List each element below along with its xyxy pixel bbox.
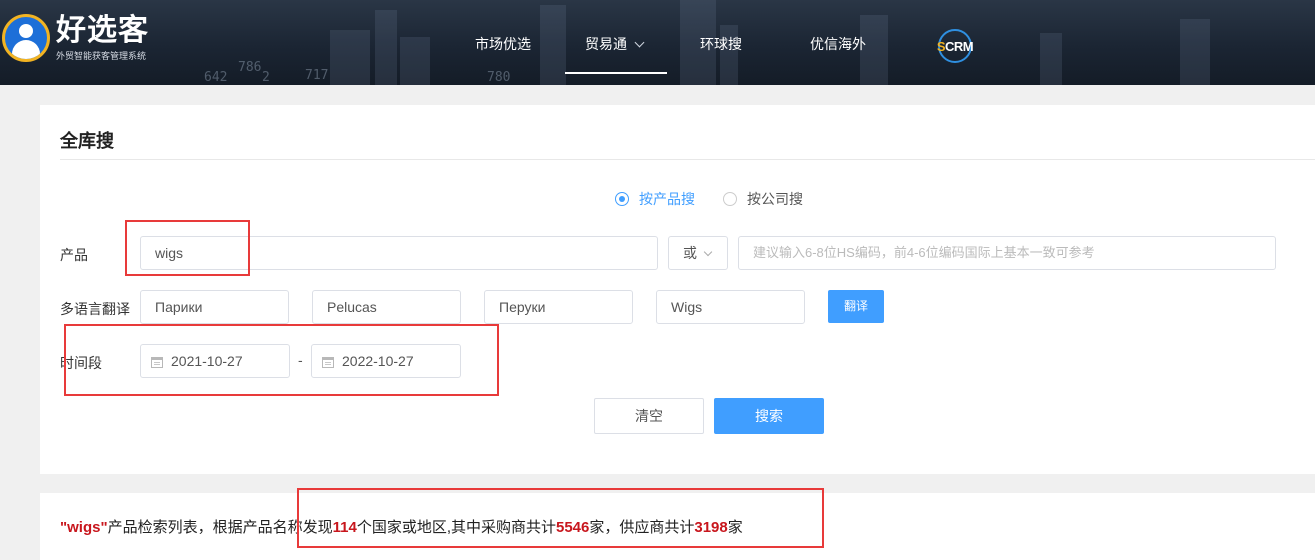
brand-tagline: 外贸智能获客管理系统 [56, 51, 147, 61]
result-summary-text: "wigs"产品检索列表，根据产品名称发现114个国家或地区,其中采购商共计55… [60, 519, 743, 536]
nav-item-trade[interactable]: 贸易通 [585, 34, 645, 54]
start-date-picker[interactable]: 2021-10-27 [140, 344, 290, 378]
translation-input-russian[interactable]: Парики [140, 290, 289, 324]
search-panel: 全库搜 按产品搜 按公司搜 产品 wigs 或 建议输入6-8位HS编码，前4-… [40, 105, 1315, 474]
bg-decoration [375, 10, 397, 85]
translation-input-english[interactable]: Wigs [656, 290, 805, 324]
bg-number: 717 [305, 68, 329, 83]
bg-decoration [1180, 19, 1210, 85]
buyer-count: 5546 [555, 519, 590, 536]
brand-name: 好选客 [56, 14, 149, 47]
bg-decoration [400, 37, 430, 85]
bg-decoration [540, 5, 566, 85]
radio-by-company[interactable]: 按公司搜 [723, 189, 803, 209]
brand-logo[interactable]: 好选客 外贸智能获客管理系统 [2, 14, 149, 62]
translation-input-spanish[interactable]: Pelucas [312, 290, 461, 324]
bg-decoration [1040, 33, 1062, 85]
nav-active-indicator [565, 72, 667, 74]
nav-item-overseas[interactable]: 优信海外 [810, 34, 866, 54]
date-separator: - [298, 352, 303, 368]
radio-unchecked-icon [723, 192, 737, 206]
bg-number: 2 [262, 70, 270, 85]
search-button[interactable]: 搜索 [714, 398, 824, 434]
bg-number: 780 [487, 70, 511, 85]
calendar-icon [322, 357, 334, 368]
nav-item-global-search[interactable]: 环球搜 [700, 34, 742, 54]
translate-label: 多语言翻译 [60, 301, 130, 317]
result-summary-panel: "wigs"产品检索列表，根据产品名称发现114个国家或地区,其中采购商共计55… [40, 493, 1315, 560]
hs-code-input[interactable]: 建议输入6-8位HS编码，前4-6位编码国际上基本一致可参考 [738, 236, 1276, 270]
bg-number: 642 [204, 70, 228, 85]
clear-button[interactable]: 清空 [594, 398, 704, 434]
product-label: 产品 [60, 247, 88, 263]
top-header: 786 642 717 780 2 好选客 外贸智能获客管理系统 市场优选 贸易… [0, 0, 1315, 85]
chevron-down-icon [634, 37, 645, 48]
page-title: 全库搜 [60, 131, 114, 151]
calendar-icon [151, 357, 163, 368]
scrm-icon[interactable]: S CRM [937, 29, 974, 63]
radio-checked-icon [615, 192, 629, 206]
chevron-down-icon [703, 247, 713, 257]
period-label: 时间段 [60, 355, 102, 371]
user-avatar-logo-icon [2, 14, 50, 62]
product-input[interactable]: wigs [140, 236, 658, 270]
translate-button[interactable]: 翻译 [828, 290, 884, 323]
country-count: 114 [332, 519, 357, 536]
search-mode-radio-group: 按产品搜 按公司搜 [615, 189, 831, 209]
nav-item-market[interactable]: 市场优选 [475, 34, 531, 54]
end-date-picker[interactable]: 2022-10-27 [311, 344, 461, 378]
bg-decoration [330, 30, 370, 85]
bg-number: 786 [238, 60, 262, 75]
radio-by-product[interactable]: 按产品搜 [615, 189, 695, 209]
translation-input-bulgarian[interactable]: Перуки [484, 290, 633, 324]
result-keyword: wigs [67, 519, 101, 536]
supplier-count: 3198 [694, 519, 728, 536]
divider [60, 159, 1315, 160]
or-select[interactable]: 或 [668, 236, 728, 270]
